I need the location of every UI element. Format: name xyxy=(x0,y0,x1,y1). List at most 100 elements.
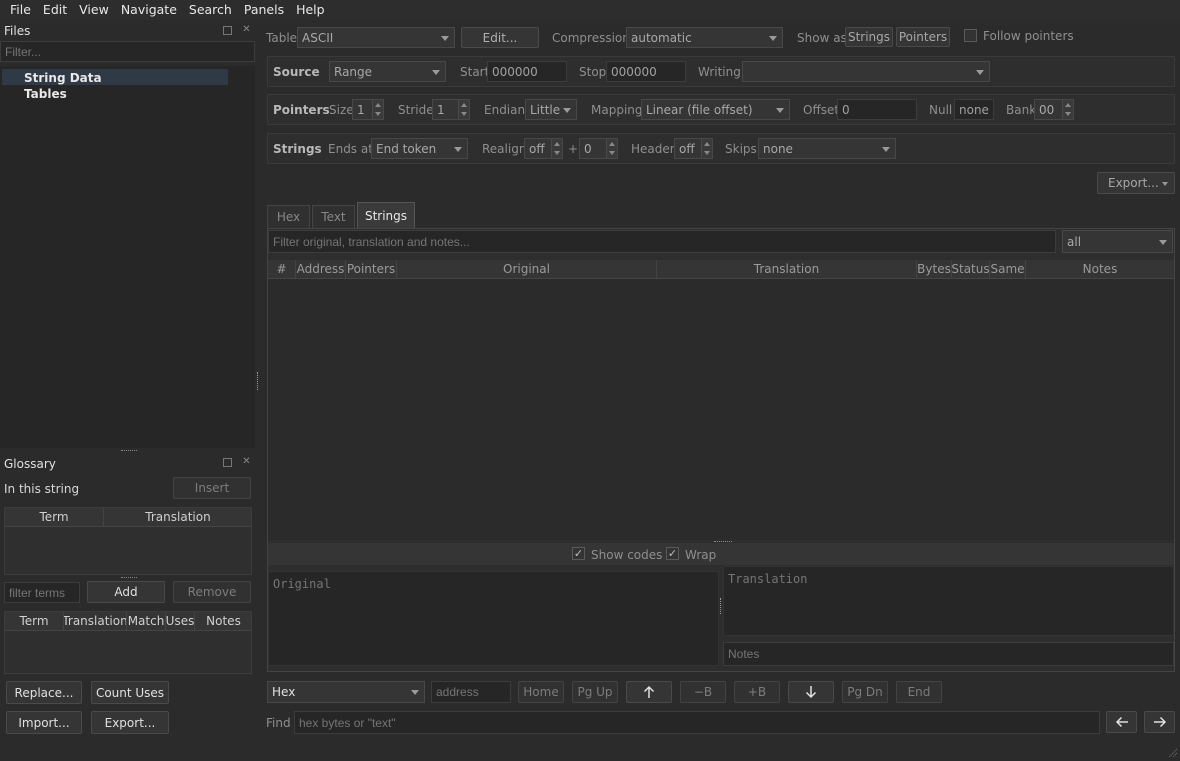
tab-hex[interactable]: Hex xyxy=(267,205,310,228)
col-uses[interactable]: Uses xyxy=(166,612,195,630)
wrap-checkbox[interactable]: ✓ xyxy=(666,547,679,560)
filter-terms-input[interactable] xyxy=(4,582,80,603)
find-previous-button[interactable] xyxy=(1106,711,1137,733)
stop-field[interactable]: 000000 xyxy=(606,61,686,82)
count-uses-button[interactable]: Count Uses xyxy=(91,681,169,704)
col-translation[interactable]: Translation xyxy=(104,508,252,526)
vertical-splitter-grip[interactable] xyxy=(257,372,261,390)
page-down-button[interactable]: Pg Dn xyxy=(842,681,888,703)
page-up-button[interactable]: Pg Up xyxy=(572,681,618,703)
start-field[interactable]: 000000 xyxy=(487,61,567,82)
col-term[interactable]: Term xyxy=(5,508,104,526)
col-status[interactable]: Status xyxy=(952,260,990,278)
export-button[interactable]: Export... xyxy=(1097,172,1175,194)
file-item-string-data[interactable]: String Data xyxy=(24,71,102,85)
spin-arrows-icon[interactable] xyxy=(372,100,383,119)
col-term[interactable]: Term xyxy=(5,612,64,630)
address-input[interactable] xyxy=(431,681,511,703)
editor-options-bar xyxy=(268,543,1174,565)
scroll-down-button[interactable] xyxy=(788,681,834,703)
float-dock-icon[interactable] xyxy=(223,26,232,35)
menu-view[interactable]: View xyxy=(73,0,115,20)
original-editor[interactable] xyxy=(268,571,719,666)
col-translation[interactable]: Translation xyxy=(657,260,917,278)
insert-button[interactable]: Insert xyxy=(173,477,251,499)
find-input[interactable] xyxy=(294,711,1100,734)
size-spinbox[interactable]: 1 xyxy=(352,99,384,120)
spin-arrows-icon[interactable] xyxy=(458,100,469,119)
spin-arrows-icon[interactable] xyxy=(701,139,712,158)
realign-extra-spinbox[interactable]: 0 xyxy=(579,138,618,159)
minus-byte-button[interactable]: −B xyxy=(680,681,726,703)
remove-button[interactable]: Remove xyxy=(173,581,251,603)
show-pointers-button[interactable]: Pointers xyxy=(896,27,950,47)
realign-value: off xyxy=(529,141,545,156)
spin-arrows-icon[interactable] xyxy=(1062,100,1073,119)
col-pointers[interactable]: Pointers xyxy=(346,260,397,278)
follow-pointers-checkbox[interactable] xyxy=(964,29,977,42)
tab-text[interactable]: Text xyxy=(312,205,355,228)
menu-search[interactable]: Search xyxy=(183,0,238,20)
stride-spinbox[interactable]: 1 xyxy=(432,99,470,120)
splitter-grip[interactable] xyxy=(121,577,137,579)
resize-grip-icon[interactable] xyxy=(1166,746,1178,758)
view-mode-value: Hex xyxy=(272,685,296,699)
spin-arrows-icon[interactable] xyxy=(551,139,562,158)
splitter-grip[interactable] xyxy=(121,450,137,452)
view-mode-select[interactable]: Hex xyxy=(267,681,425,703)
show-strings-button[interactable]: Strings xyxy=(845,27,893,47)
tab-strings[interactable]: Strings xyxy=(357,202,415,229)
string-filter-input[interactable] xyxy=(268,230,1056,253)
mapping-select[interactable]: Linear (file offset) xyxy=(641,99,790,120)
scroll-up-button[interactable] xyxy=(626,681,672,703)
replace-button[interactable]: Replace... xyxy=(6,681,82,704)
col-address[interactable]: Address xyxy=(296,260,346,278)
menu-help[interactable]: Help xyxy=(290,0,331,20)
col-index[interactable]: # xyxy=(268,260,296,278)
endian-select[interactable]: Little xyxy=(525,99,577,120)
col-notes[interactable]: Notes xyxy=(1026,260,1174,278)
float-dock-icon[interactable] xyxy=(223,458,232,467)
plus-byte-button[interactable]: +B xyxy=(734,681,780,703)
header-spinbox[interactable]: off xyxy=(674,138,713,159)
menu-file[interactable]: File xyxy=(4,0,37,20)
filter-scope-select[interactable]: all xyxy=(1062,230,1173,253)
home-button[interactable]: Home xyxy=(518,681,564,703)
col-notes[interactable]: Notes xyxy=(195,612,252,630)
compression-select[interactable]: automatic xyxy=(626,27,783,48)
glossary-export-button[interactable]: Export... xyxy=(91,711,169,734)
offset-field[interactable]: 0 xyxy=(837,99,917,120)
menu-panels[interactable]: Panels xyxy=(238,0,290,20)
file-item-tables[interactable]: Tables xyxy=(24,87,67,101)
col-original[interactable]: Original xyxy=(397,260,657,278)
files-tree: String Data Tables xyxy=(0,66,255,448)
table-select[interactable]: ASCII xyxy=(297,27,455,48)
chevron-down-icon xyxy=(769,35,777,41)
end-button[interactable]: End xyxy=(896,681,942,703)
glossary-import-button[interactable]: Import... xyxy=(6,711,82,734)
show-codes-checkbox[interactable]: ✓ xyxy=(572,547,585,560)
source-mode-select[interactable]: Range xyxy=(329,61,446,82)
close-dock-icon[interactable]: ✕ xyxy=(241,457,252,468)
menu-edit[interactable]: Edit xyxy=(37,0,73,20)
close-dock-icon[interactable]: ✕ xyxy=(241,25,252,36)
col-same[interactable]: Same xyxy=(990,260,1026,278)
writing-select[interactable] xyxy=(742,61,990,82)
add-button[interactable]: Add xyxy=(87,581,165,603)
col-match[interactable]: Match xyxy=(127,612,166,630)
translation-editor[interactable] xyxy=(723,566,1174,636)
find-next-button[interactable] xyxy=(1144,711,1175,733)
ends-at-label: Ends at xyxy=(328,142,373,156)
skips-select[interactable]: none xyxy=(758,138,896,159)
bank-spinbox[interactable]: 00 xyxy=(1034,99,1074,120)
files-filter-input[interactable] xyxy=(0,41,255,62)
col-translation[interactable]: Translation xyxy=(64,612,127,630)
edit-table-button[interactable]: Edit... xyxy=(461,27,539,48)
notes-field[interactable] xyxy=(723,642,1174,666)
col-bytes[interactable]: Bytes xyxy=(917,260,952,278)
spin-arrows-icon[interactable] xyxy=(606,139,617,158)
null-field[interactable]: none xyxy=(954,99,994,120)
realign-spinbox[interactable]: off xyxy=(524,138,563,159)
ends-at-select[interactable]: End token xyxy=(371,138,468,159)
menu-navigate[interactable]: Navigate xyxy=(115,0,183,20)
